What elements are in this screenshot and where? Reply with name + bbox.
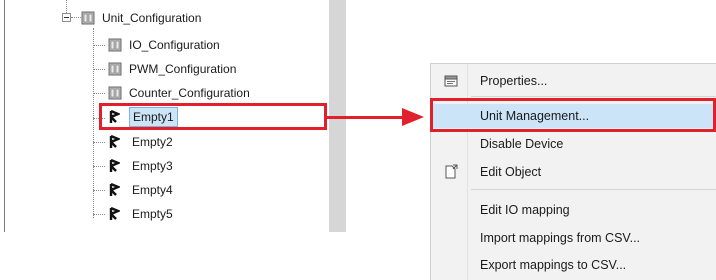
context-menu: Properties... Unit Management... Disable… [430,63,716,280]
tree-connector [93,190,105,191]
menu-item-label: Import mappings from CSV... [480,231,641,245]
edit-object-icon [445,164,458,179]
device-icon [108,62,122,76]
tree-connector [93,69,105,70]
tree-left-border [4,0,5,232]
tree-item-io-configuration[interactable]: IO_Configuration [108,35,223,55]
tree-item-empty4[interactable]: Empty4 [108,180,176,200]
empty-slot-icon [109,135,120,148]
menu-separator [471,96,716,97]
callout-arrow-head [402,108,424,126]
properties-icon [444,75,458,87]
empty-slot-icon [109,159,120,172]
tree-item-label: PWM_Configuration [129,62,237,76]
tree-item-pwm-configuration[interactable]: PWM_Configuration [108,59,239,79]
menu-item-label: Export mappings to CSV... [480,258,627,272]
empty-slot-icon [109,183,120,196]
tree-item-label: Counter_Configuration [129,86,250,100]
tree-item-label: Unit_Configuration [102,11,202,25]
menu-item-label: Edit IO mapping [480,203,570,217]
menu-item-export-mappings[interactable]: Export mappings to CSV... [431,253,716,277]
tree-connector [66,0,67,13]
tree-item-empty3[interactable]: Empty3 [108,156,176,176]
tree-connector [93,93,105,94]
menu-item-label: Disable Device [480,137,564,151]
highlight-box-menu-item [430,98,716,132]
menu-item-label: Edit Object [480,165,542,179]
tree-item-empty2[interactable]: Empty2 [108,132,176,152]
tree-connector [93,142,105,143]
callout-arrow-line [327,116,403,119]
menu-separator [471,189,716,190]
device-icon [108,38,122,52]
menu-item-edit-object[interactable]: Edit Object [431,160,716,184]
tree-item-label: IO_Configuration [129,38,220,52]
tree-item-counter-configuration[interactable]: Counter_Configuration [108,83,253,103]
collapse-toggle[interactable] [62,13,71,22]
menu-item-disable-device[interactable]: Disable Device [431,132,716,156]
highlight-box-selected-item [99,103,327,130]
menu-item-import-mappings[interactable]: Import mappings from CSV... [431,226,716,250]
tree-item-empty5[interactable]: Empty5 [108,204,176,224]
tree-connector [93,166,105,167]
tree-item-label: Empty2 [132,135,173,149]
tree-item-unit-configuration[interactable]: Unit_Configuration [81,8,204,28]
device-icon [81,11,95,25]
menu-item-properties[interactable]: Properties... [431,69,716,93]
device-icon [108,86,122,100]
tree-connector [93,45,105,46]
tree-item-label: Empty4 [132,183,173,197]
tree-item-label: Empty3 [132,159,173,173]
menu-item-label: Properties... [480,74,548,88]
tree-item-label: Empty5 [132,207,173,221]
menu-item-edit-io-mapping[interactable]: Edit IO mapping [431,198,716,222]
tree-connector [93,214,105,215]
empty-slot-icon [109,207,120,220]
